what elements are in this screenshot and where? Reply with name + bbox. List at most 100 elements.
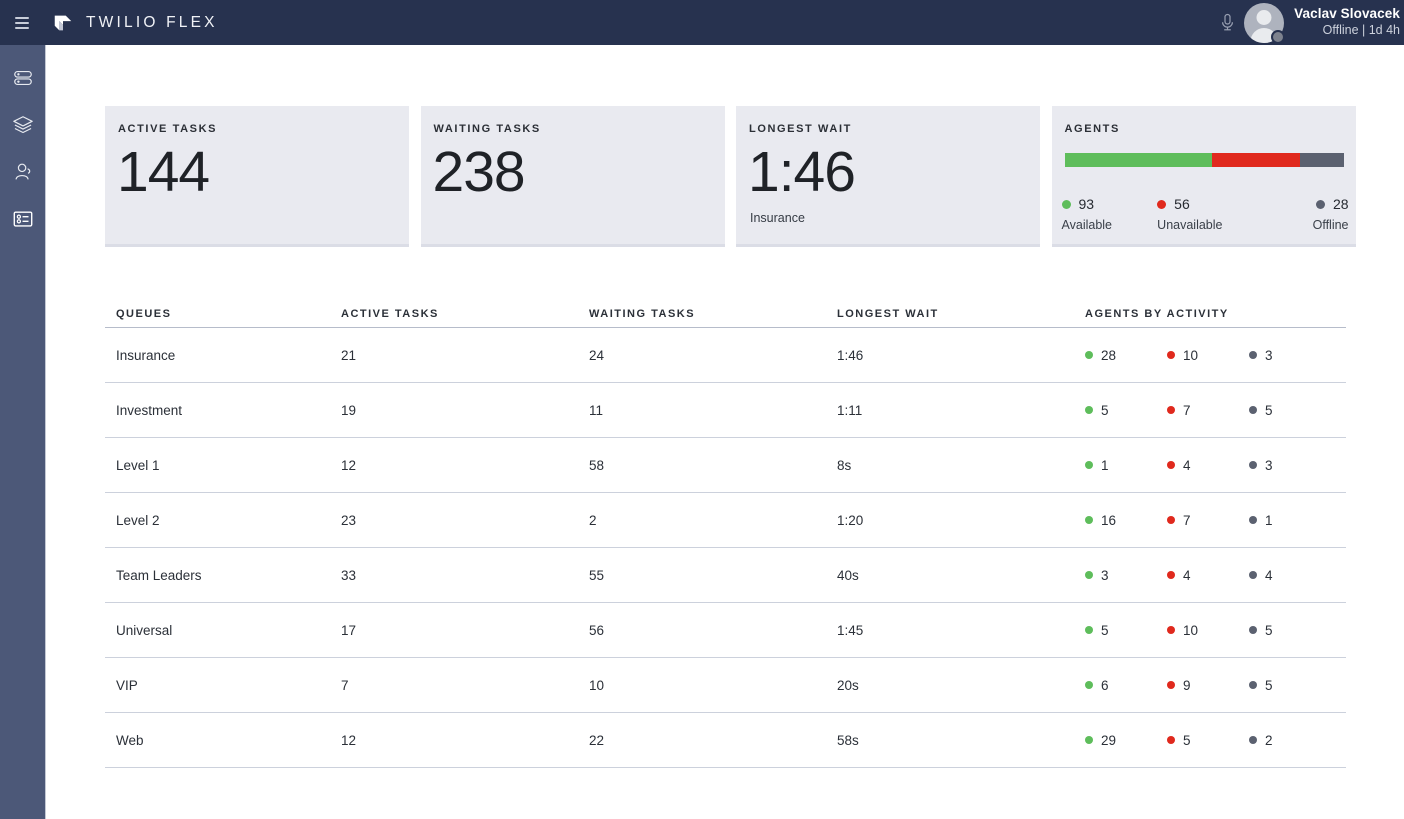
cell-active-tasks: 17 [341,622,357,638]
hamburger-menu-icon[interactable] [0,0,44,45]
table-row[interactable]: Insurance 21 24 1:46 28 10 3 [105,328,1346,383]
agents-count: 93 [1078,196,1095,212]
cell-waiting-tasks: 22 [589,732,605,748]
status-dot-unavailable [1167,406,1175,414]
offline-count: 5 [1265,402,1273,418]
offline-count: 1 [1265,512,1273,528]
status-dot-available [1085,406,1093,414]
agents-unavailable: 10 [1167,348,1249,363]
unavailable-count: 9 [1183,677,1191,693]
main-content: ACTIVE TASKS 144 WAITING TASKS 238 LONGE… [46,45,1404,819]
table-row[interactable]: Level 1 12 58 8s 1 4 3 [105,438,1346,493]
card-waiting-tasks: WAITING TASKS 238 [420,106,725,247]
agents-available: 1 [1085,458,1167,473]
agents-unavailable: 7 [1167,513,1249,528]
cell-active-tasks: 33 [341,567,357,583]
status-dot-unavailable [1167,571,1175,579]
cell-longest-wait: 20s [837,677,859,693]
table-row[interactable]: Web 12 22 58s 29 5 2 [105,713,1346,768]
agents-available: 6 [1085,678,1167,693]
agents-legend-offline: 28 Offline [1253,196,1349,232]
sidebar-navigation [0,45,46,819]
status-dot-available [1085,516,1093,524]
cell-agents-by-activity: 5 7 5 [1085,403,1333,418]
hamburger-line [15,16,29,19]
offline-count: 5 [1265,622,1273,638]
user-info[interactable]: Vaclav Slovacek Offline | 1d 4h [1294,6,1404,39]
cell-active-tasks: 23 [341,512,357,528]
offline-count: 5 [1265,677,1273,693]
cell-queue-name: Level 2 [116,512,160,528]
card-active-tasks: ACTIVE TASKS 144 [105,106,409,247]
cell-agents-by-activity: 28 10 3 [1085,348,1333,363]
status-dot-offline [1249,461,1257,469]
card-value: 1:46 [748,140,856,204]
cell-longest-wait: 8s [837,457,852,473]
agents-bar-segment-available [1064,153,1212,167]
cell-queue-name: Investment [116,402,183,418]
agents-unavailable: 5 [1167,733,1249,748]
agents-count: 28 [1332,196,1349,212]
microphone-icon[interactable] [1210,0,1244,45]
agents-bar-segment-unavailable [1211,153,1301,167]
status-dot-available [1085,461,1093,469]
unavailable-count: 10 [1183,622,1199,638]
status-dot-offline [1249,571,1257,579]
table-row[interactable]: Team Leaders 33 55 40s 3 4 4 [105,548,1346,603]
cell-longest-wait: 1:20 [837,512,864,528]
card-title: AGENTS [1064,123,1120,135]
cell-active-tasks: 12 [341,457,357,473]
sidebar-item-agents[interactable] [0,148,46,195]
available-count: 28 [1101,347,1117,363]
card-longest-wait: LONGEST WAIT 1:46 Insurance [736,106,1040,247]
cell-longest-wait: 1:46 [837,347,864,363]
cell-agents-by-activity: 29 5 2 [1085,733,1333,748]
available-count: 6 [1101,677,1109,693]
table-row[interactable]: VIP 7 10 20s 6 9 5 [105,658,1346,713]
unavailable-count: 7 [1183,512,1191,528]
agents-legend-unavailable: 56 Unavailable [1157,196,1253,232]
status-dot-offline [1249,351,1257,359]
status-dot-unavailable [1167,351,1175,359]
available-count: 16 [1101,512,1117,528]
offline-count: 4 [1265,567,1273,583]
agents-offline: 5 [1249,678,1331,693]
agents-offline: 5 [1249,403,1331,418]
cell-queue-name: VIP [116,677,138,693]
card-subtitle: Insurance [750,211,805,225]
status-dot [1061,199,1071,209]
cell-agents-by-activity: 16 7 1 [1085,513,1333,528]
agents-available: 28 [1085,348,1167,363]
agents-label: Offline [1312,218,1349,232]
card-value: 238 [432,140,526,204]
agents-offline: 5 [1249,623,1331,638]
status-dot-unavailable [1167,626,1175,634]
layers-icon [13,115,33,133]
agents-available: 3 [1085,568,1167,583]
sidebar-item-dashboard[interactable] [0,195,46,242]
cell-queue-name: Level 1 [116,457,160,473]
agents-count: 56 [1174,196,1190,212]
agents-available: 29 [1085,733,1167,748]
sidebar-item-queues[interactable] [0,101,46,148]
offline-count: 3 [1265,457,1273,473]
agents-legend-available: 93 Available [1061,196,1158,232]
status-dot-offline [1249,681,1257,689]
table-row[interactable]: Level 2 23 2 1:20 16 7 1 [105,493,1346,548]
status-dot [1315,199,1325,209]
status-dot-unavailable [1167,516,1175,524]
table-row[interactable]: Investment 19 11 1:11 5 7 5 [105,383,1346,438]
cell-waiting-tasks: 58 [589,457,605,473]
sidebar-item-tasks[interactable] [0,54,46,101]
cell-active-tasks: 21 [341,347,357,363]
agents-unavailable: 10 [1167,623,1249,638]
cell-queue-name: Insurance [116,347,176,363]
table-row[interactable]: Universal 17 56 1:45 5 10 5 [105,603,1346,658]
available-count: 5 [1101,402,1109,418]
card-title: LONGEST WAIT [749,123,852,135]
status-dot-available [1085,351,1093,359]
cell-waiting-tasks: 11 [589,402,604,418]
agent-person-icon [15,163,31,179]
user-status: Offline | 1d 4h [1322,23,1400,38]
avatar[interactable] [1244,2,1286,44]
